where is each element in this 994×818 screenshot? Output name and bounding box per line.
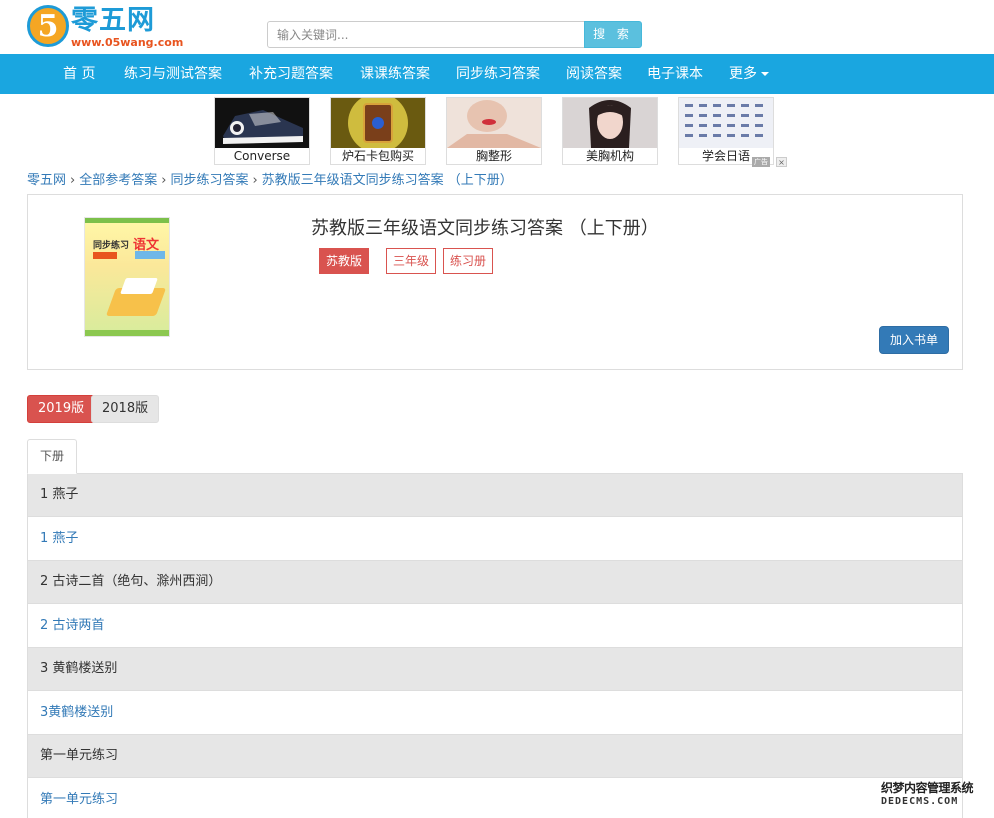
- tag-type[interactable]: 练习册: [443, 248, 494, 274]
- watermark-line2: DEDECMS.COM: [881, 796, 959, 807]
- cover-book-illustration: [120, 278, 158, 294]
- breadcrumb-separator: ›: [70, 173, 76, 188]
- search-button[interactable]: 搜 索: [584, 21, 642, 48]
- tag-grade[interactable]: 三年级: [386, 248, 437, 274]
- chapter-list: 1 燕子 1 燕子 2 古诗二首（绝句、滁州西涧） 2 古诗两首 3 黄鹤楼送别…: [27, 474, 963, 818]
- tab-volume-2[interactable]: 下册: [27, 439, 78, 474]
- nav-item-practice-test[interactable]: 练习与测试答案: [124, 54, 222, 94]
- ad-item[interactable]: 炉石卡包购买: [330, 97, 426, 165]
- nav-item-lesson-practice[interactable]: 课课练答案: [360, 54, 430, 94]
- ad-mark: 广告: [752, 157, 770, 167]
- portrait-image: [447, 98, 541, 148]
- year-button-2018[interactable]: 2018版: [91, 395, 160, 423]
- caret-down-icon: [761, 72, 769, 76]
- watermark: 织梦内容管理系统 DEDECMS.COM: [881, 781, 987, 811]
- nav-item-ebook[interactable]: 电子课本: [647, 54, 703, 94]
- chapter-link[interactable]: 第一单元练习: [27, 778, 963, 818]
- logo-url: www.05wang.com: [71, 36, 184, 49]
- book-cover: 同步练习 语文: [84, 217, 170, 337]
- ad-item[interactable]: 美胸机构: [562, 97, 658, 165]
- nav-item-sync-practice[interactable]: 同步练习答案: [456, 54, 540, 94]
- ad-caption: 美胸机构: [585, 149, 634, 163]
- chapter-heading: 1 燕子: [27, 474, 963, 517]
- nav-item-more[interactable]: 更多: [729, 54, 769, 94]
- book-title: 苏教版三年级语文同步练习答案 （上下册）: [311, 218, 659, 239]
- card-pack-image: [331, 98, 425, 148]
- breadcrumb-separator: ›: [161, 173, 167, 188]
- ad-item[interactable]: 胸整形: [446, 97, 542, 165]
- cover-tag: [93, 252, 117, 259]
- ad-caption: 胸整形: [475, 149, 512, 163]
- cover-title: 同步练习: [93, 241, 130, 251]
- chapter-heading: 2 古诗二首（绝句、滁州西涧）: [27, 561, 963, 604]
- breadcrumb-link-current[interactable]: 苏教版三年级语文同步练习答案 （上下册）: [262, 173, 513, 188]
- site-logo[interactable]: 5 零五网 www.05wang.com: [27, 5, 183, 51]
- breadcrumb-link-all[interactable]: 全部参考答案: [79, 173, 157, 188]
- cover-stripe: [85, 218, 169, 223]
- breadcrumb: 零五网 › 全部参考答案 › 同步练习答案 › 苏教版三年级语文同步练习答案 （上下册）: [27, 172, 513, 190]
- header: 5 零五网 www.05wang.com 搜 索: [0, 0, 994, 54]
- cover-bottom-band: [85, 330, 169, 336]
- logo-badge: 5: [27, 5, 69, 47]
- search-input[interactable]: [267, 21, 585, 48]
- japanese-chart-image: [679, 98, 773, 148]
- tag-publisher[interactable]: 苏教版: [319, 248, 370, 274]
- nav-item-reading[interactable]: 阅读答案: [566, 54, 622, 94]
- breadcrumb-link-category[interactable]: 同步练习答案: [170, 173, 248, 188]
- chapter-heading: 第一单元练习: [27, 735, 963, 778]
- model-image: [563, 98, 657, 148]
- nav-item-supplement[interactable]: 补充习题答案: [249, 54, 333, 94]
- sneaker-image: [215, 98, 309, 148]
- chapter-link[interactable]: 3黄鹤楼送别: [27, 691, 963, 735]
- logo-name: 零五网: [71, 5, 155, 36]
- logo-badge-number: 5: [37, 9, 59, 44]
- ad-strip: Converse 炉石卡包购买 胸整形 美胸机构 学会日语 广告 ×: [214, 97, 788, 167]
- nav-item-home[interactable]: 首 页: [63, 54, 95, 94]
- ad-caption: 炉石卡包购买: [341, 149, 414, 163]
- nav-more-label: 更多: [729, 66, 757, 82]
- ad-item[interactable]: 学会日语: [678, 97, 774, 165]
- chapter-link[interactable]: 1 燕子: [27, 517, 963, 561]
- chapter-heading: 3 黄鹤楼送别: [27, 648, 963, 691]
- volume-tabs: 下册: [27, 439, 963, 474]
- ad-item[interactable]: Converse: [214, 97, 310, 165]
- breadcrumb-separator: ›: [252, 173, 258, 188]
- ad-close-icon[interactable]: ×: [776, 157, 787, 167]
- cover-grade: [135, 251, 165, 259]
- breadcrumb-link-home[interactable]: 零五网: [27, 173, 66, 188]
- ad-caption: Converse: [233, 149, 291, 163]
- add-to-booklist-button[interactable]: 加入书单: [879, 326, 949, 354]
- year-button-2019[interactable]: 2019版: [27, 395, 96, 423]
- watermark-line1: 织梦内容管理系统: [881, 781, 974, 795]
- chapter-link[interactable]: 2 古诗两首: [27, 604, 963, 648]
- main-nav: 首 页 练习与测试答案 补充习题答案 课课练答案 同步练习答案 阅读答案 电子课…: [0, 54, 994, 94]
- book-info-panel: 同步练习 语文 苏教版三年级语文同步练习答案 （上下册） 苏教版 三年级 练习册…: [27, 194, 963, 370]
